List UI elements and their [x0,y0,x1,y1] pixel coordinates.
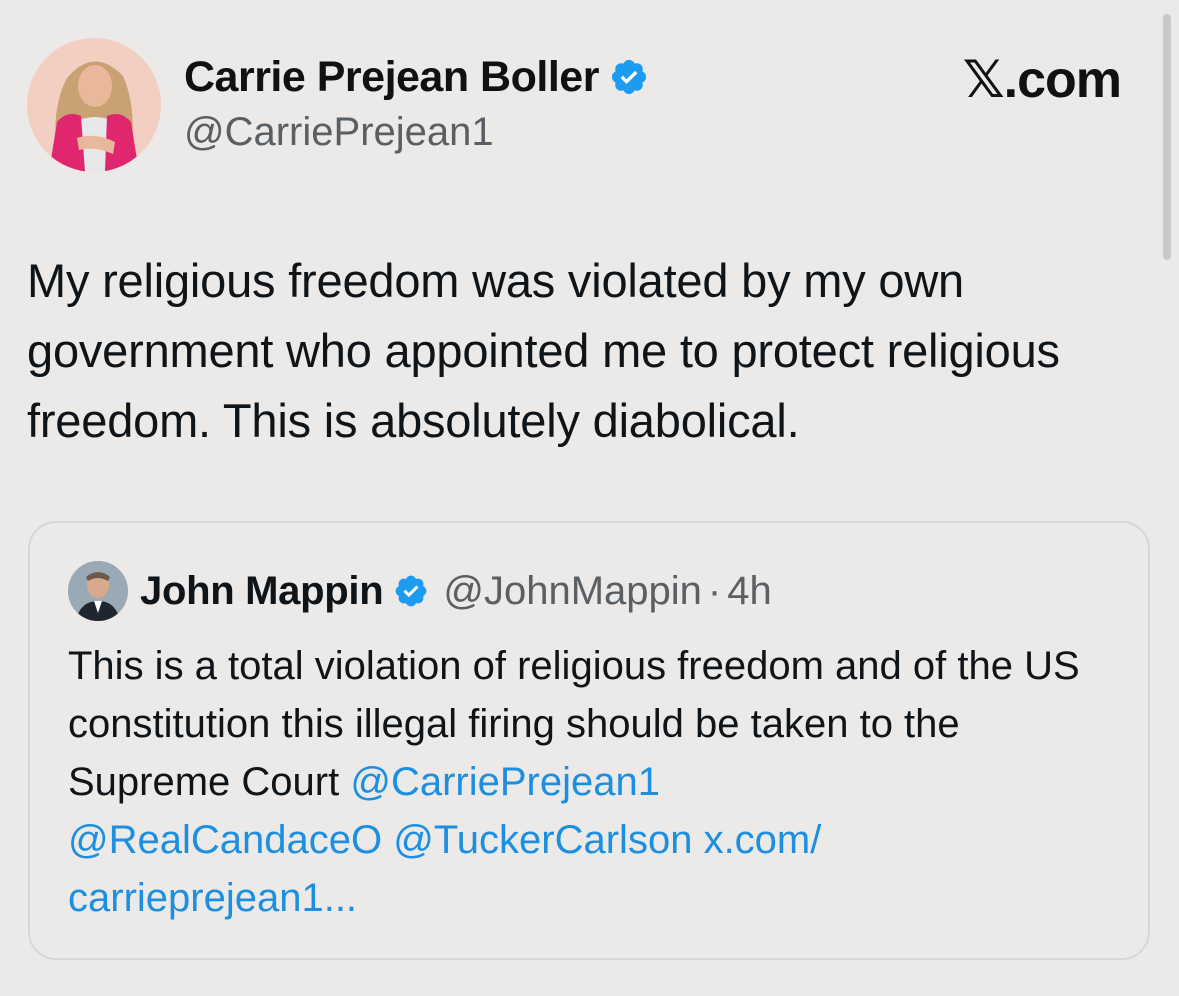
quoted-tweet-text: This is a total violation of religious f… [68,637,1118,927]
author-name[interactable]: Carrie Prejean Boller [184,52,649,102]
quoted-author-handle[interactable]: @JohnMappin [443,567,702,615]
quoted-tweet-timestamp[interactable]: 4h [727,567,772,615]
tweet-screenshot: Carrie Prejean Boller @CarriePrejean1 𝕏.… [0,0,1179,996]
quoted-tweet-header: John Mappin @JohnMappin · 4h [140,567,772,615]
quoted-author-name[interactable]: John Mappin [140,567,384,615]
quoted-author-avatar[interactable] [68,561,128,621]
verified-badge-icon [395,575,427,607]
tweet-text: My religious freedom was violated by my … [27,254,1060,447]
author-avatar-image [27,38,161,172]
mention-link[interactable]: @CarriePrejean1 [350,760,660,804]
separator-dot: · [707,569,722,613]
author-avatar[interactable] [27,38,161,172]
mention-link[interactable]: @TuckerCarlson [393,818,692,862]
quoted-tweet-card[interactable]: John Mappin @JohnMappin · 4h This is a t… [28,521,1150,960]
author-handle[interactable]: @CarriePrejean1 [184,108,494,156]
verified-badge-icon [611,59,647,95]
author-name-text: Carrie Prejean Boller [184,53,599,101]
quoted-author-avatar-image [68,561,128,621]
mention-link[interactable]: @RealCandaceO [68,818,382,862]
scrollbar[interactable] [1163,14,1171,260]
x-logo[interactable]: 𝕏.com [963,50,1122,110]
